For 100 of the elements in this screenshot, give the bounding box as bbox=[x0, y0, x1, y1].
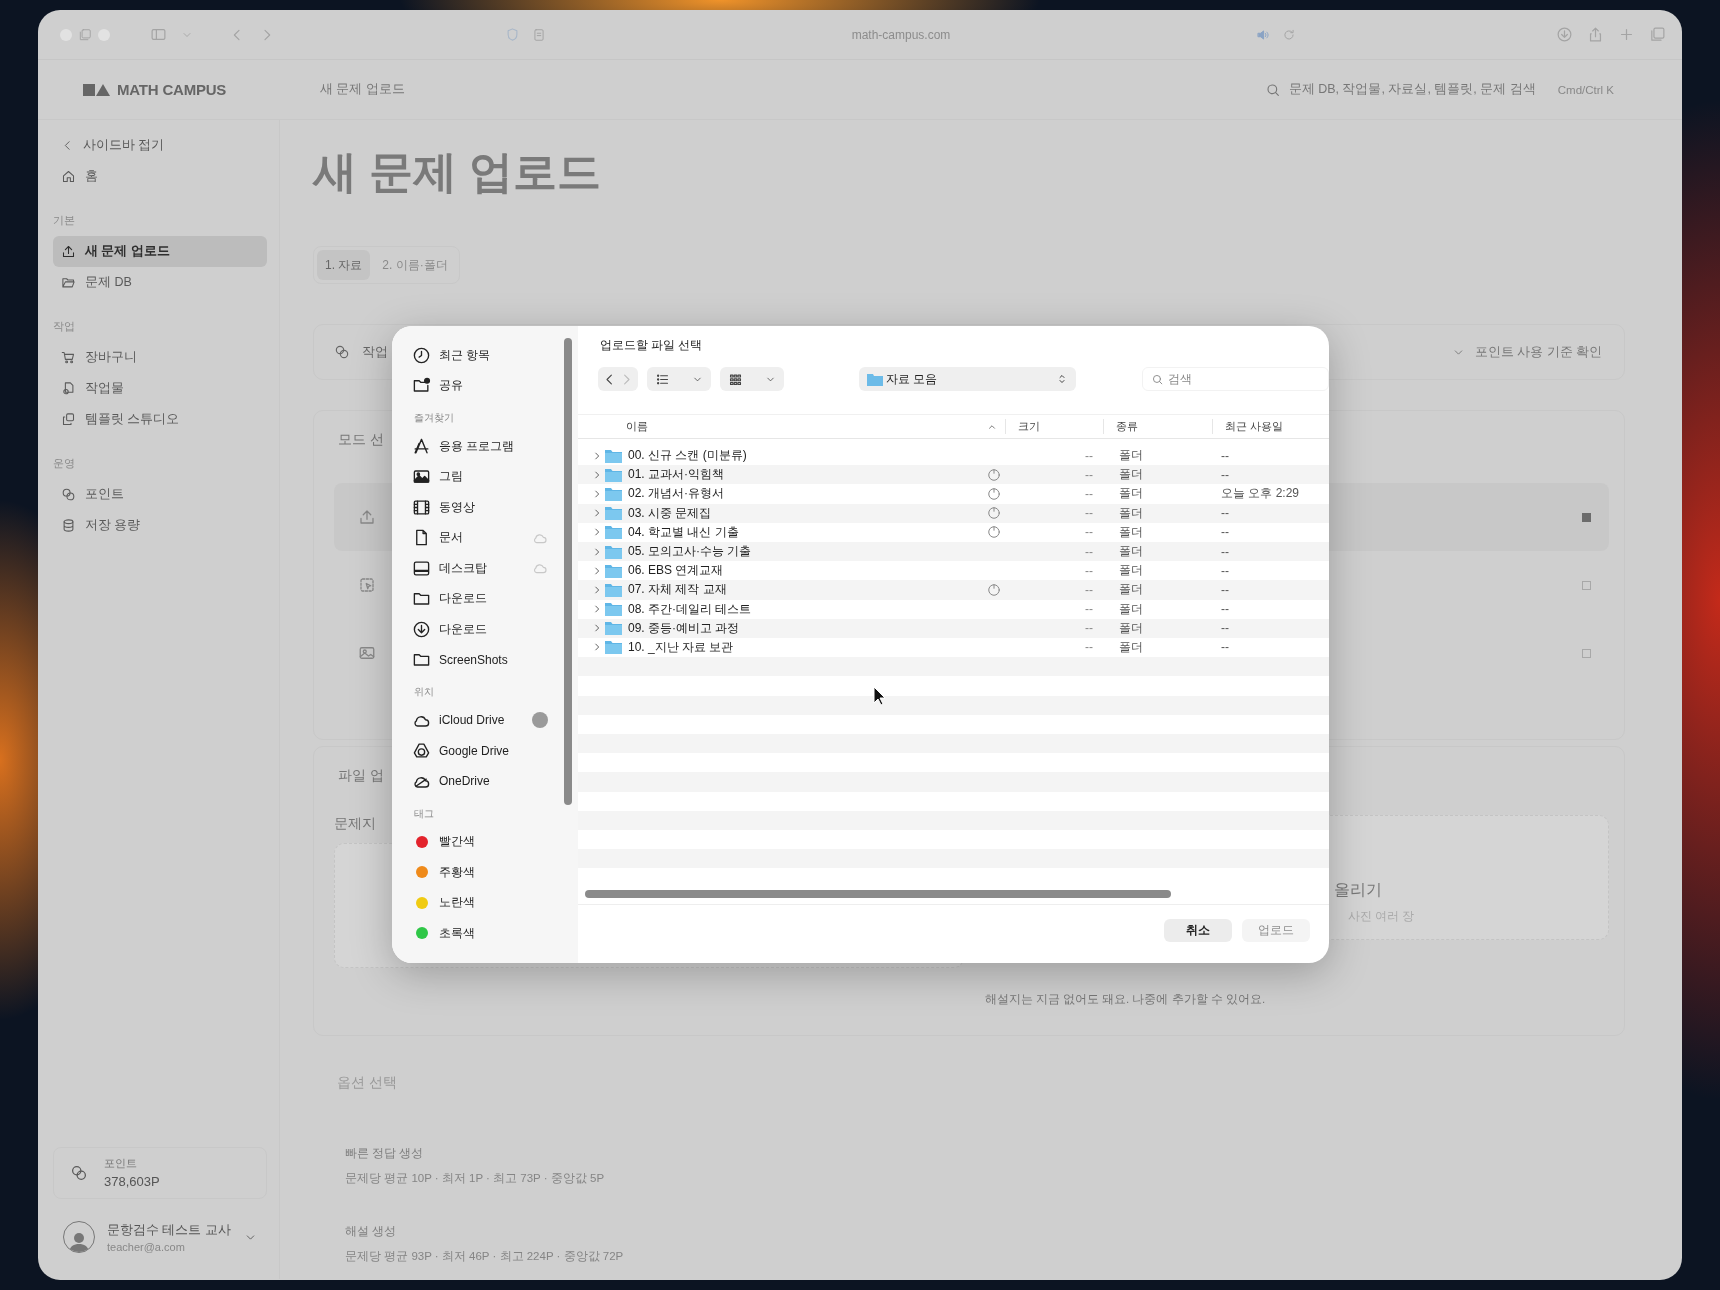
sidebar-item[interactable]: 공유 bbox=[412, 370, 578, 401]
coins-icon bbox=[334, 344, 350, 360]
file-row[interactable]: 05. 모의고사·수능 기출 -- 폴더 -- bbox=[578, 541, 1329, 562]
sidebar-item[interactable]: 문제 DB bbox=[53, 267, 267, 298]
new-tab-icon bbox=[1618, 26, 1635, 43]
sidebar-icon bbox=[150, 26, 167, 43]
radio-indicator[interactable] bbox=[1582, 648, 1591, 658]
sidebar-item[interactable]: 포인트 bbox=[53, 479, 267, 510]
file-row[interactable]: 03. 시중 문제집 -- 폴더 -- bbox=[578, 503, 1329, 523]
option-name: 해설 생성 bbox=[345, 1224, 398, 1239]
location-dropdown[interactable]: 자료 모음 bbox=[859, 367, 1076, 391]
file-kind: 폴더 bbox=[1118, 543, 1144, 561]
file-date: -- bbox=[1220, 448, 1230, 463]
file-date: -- bbox=[1220, 602, 1230, 617]
coins-icon bbox=[70, 1164, 88, 1182]
sidebar-item[interactable]: 문서 bbox=[412, 522, 578, 553]
user-name: 문항검수 테스트 교사 bbox=[107, 1221, 232, 1239]
file-row[interactable]: 09. 중등·예비고 과정 -- 폴더 -- bbox=[578, 618, 1329, 638]
pending-icon bbox=[987, 486, 1001, 501]
radio-indicator[interactable] bbox=[1582, 580, 1591, 590]
sidebar-item[interactable]: 초록색 bbox=[412, 918, 578, 949]
column-header[interactable]: 이름 bbox=[578, 419, 1005, 434]
file-size: -- bbox=[1084, 602, 1094, 617]
chevron-right-icon bbox=[592, 469, 602, 480]
collapse-sidebar-button[interactable]: 사이드바 접기 bbox=[53, 130, 267, 161]
sidebar-item[interactable]: 최근 항목 bbox=[412, 340, 578, 371]
column-header[interactable]: 종류 bbox=[1103, 419, 1212, 434]
section-label: 기본 bbox=[53, 214, 76, 228]
file-size: -- bbox=[1084, 582, 1094, 597]
sidebar-item[interactable]: ScreenShots bbox=[412, 644, 578, 675]
user-email: teacher@a.com bbox=[107, 1240, 186, 1253]
file-kind: 폴더 bbox=[1118, 485, 1144, 503]
grid-view-button[interactable] bbox=[720, 367, 784, 391]
file-date: -- bbox=[1220, 525, 1230, 540]
sidebar-item[interactable]: 그림 bbox=[412, 461, 578, 492]
search-icon bbox=[1150, 372, 1164, 386]
file-name: 04. 학교별 내신 기출 bbox=[628, 523, 740, 541]
file-row[interactable]: 00. 신규 스캔 (미분류) -- 폴더 -- bbox=[578, 446, 1329, 466]
navigation-buttons[interactable] bbox=[598, 367, 638, 391]
shortcut-hint: Cmd/Ctrl K bbox=[1557, 83, 1614, 96]
folder-icon bbox=[605, 602, 622, 617]
sidebar-item[interactable]: 새 문제 업로드 bbox=[53, 236, 267, 267]
file-kind: 폴더 bbox=[1118, 619, 1144, 637]
clock-icon bbox=[412, 345, 431, 365]
page-icon bbox=[532, 27, 546, 42]
file-kind: 폴더 bbox=[1118, 504, 1144, 522]
sidebar-item[interactable]: 빨간색 bbox=[412, 826, 578, 857]
sidebar-item[interactable]: 장바구니 bbox=[53, 342, 267, 373]
sidebar-item[interactable]: Google Drive bbox=[412, 735, 578, 766]
folder-icon bbox=[605, 640, 622, 655]
sidebar-item[interactable]: 홈 bbox=[53, 161, 267, 192]
file-name: 03. 시중 문제집 bbox=[628, 504, 713, 522]
search-field[interactable]: 검색 bbox=[1141, 367, 1329, 391]
list-view-button[interactable] bbox=[647, 367, 711, 391]
file-row[interactable]: 02. 개념서·유형서 -- 폴더 오늘 오후 2:29 bbox=[578, 484, 1329, 504]
sidebar-item[interactable]: 다운로드 bbox=[412, 614, 578, 645]
file-row[interactable]: 01. 교과서·익힘책 -- 폴더 -- bbox=[578, 465, 1329, 485]
sidebar-item[interactable]: 주황색 bbox=[412, 857, 578, 888]
scrollbar[interactable] bbox=[585, 890, 1171, 898]
file-row[interactable]: 06. EBS 연계교재 -- 폴더 -- bbox=[578, 561, 1329, 581]
sidebar-item[interactable]: 저장 용량 bbox=[53, 510, 267, 541]
sidebar-item[interactable]: OneDrive bbox=[412, 766, 578, 797]
option-stats: 문제당 평균 10P · 최저 1P · 최고 73P · 중앙값 5P bbox=[345, 1171, 606, 1186]
field-label: 문제지 bbox=[334, 815, 376, 833]
image-icon bbox=[358, 644, 376, 662]
sidebar-item[interactable]: 데스크탑 bbox=[412, 553, 578, 584]
file-row[interactable]: 04. 학교별 내신 기출 -- 폴더 -- bbox=[578, 522, 1329, 542]
file-date: -- bbox=[1220, 582, 1230, 597]
file-row[interactable]: 10. _지난 자료 보관 -- 폴더 -- bbox=[578, 637, 1329, 658]
pending-icon bbox=[987, 506, 1001, 521]
cancel-button[interactable]: 취소 bbox=[1164, 919, 1232, 942]
folder-icon bbox=[605, 582, 622, 597]
file-row[interactable]: 08. 주간·데일리 테스트 -- 폴더 -- bbox=[578, 599, 1329, 619]
folder-icon bbox=[605, 563, 622, 578]
step-tab[interactable]: 1. 자료 bbox=[317, 250, 371, 280]
file-size: -- bbox=[1084, 506, 1094, 521]
file-row[interactable]: 07. 자체 제작 교재 -- 폴더 -- bbox=[578, 580, 1329, 600]
scrollbar[interactable] bbox=[564, 338, 572, 805]
section-label: 즐겨찾기 bbox=[414, 411, 455, 425]
drive-icon bbox=[412, 741, 431, 761]
logo[interactable]: MATH CAMPUS bbox=[83, 81, 320, 98]
sidebar-item[interactable]: 작업물 bbox=[53, 373, 267, 404]
section-label: 태그 bbox=[414, 806, 435, 821]
column-header[interactable]: 크기 bbox=[1005, 419, 1103, 434]
sidebar-item[interactable]: 동영상 bbox=[412, 492, 578, 523]
shield-icon bbox=[505, 27, 520, 42]
file-kind: 폴더 bbox=[1118, 600, 1144, 618]
file-kind: 폴더 bbox=[1118, 447, 1144, 465]
sidebar-item[interactable]: 다운로드 bbox=[412, 583, 578, 614]
radio-indicator[interactable] bbox=[1582, 512, 1591, 522]
page-title: 새 문제 업로드 bbox=[313, 146, 603, 198]
sidebar-item[interactable]: 템플릿 스튜디오 bbox=[53, 404, 267, 435]
copy-icon bbox=[61, 412, 76, 427]
sidebar-item[interactable]: 응용 프로그램 bbox=[412, 431, 578, 462]
desktop-icon bbox=[412, 558, 431, 578]
coins-icon bbox=[61, 487, 76, 502]
sidebar-item[interactable]: 노란색 bbox=[412, 887, 578, 918]
hint-text: 해설지는 지금 없어도 돼요. 나중에 추가할 수 있어요. bbox=[983, 992, 1267, 1007]
column-header[interactable]: 최근 사용일 bbox=[1212, 419, 1329, 434]
sidebar-item[interactable]: iCloud Drive bbox=[412, 705, 578, 736]
